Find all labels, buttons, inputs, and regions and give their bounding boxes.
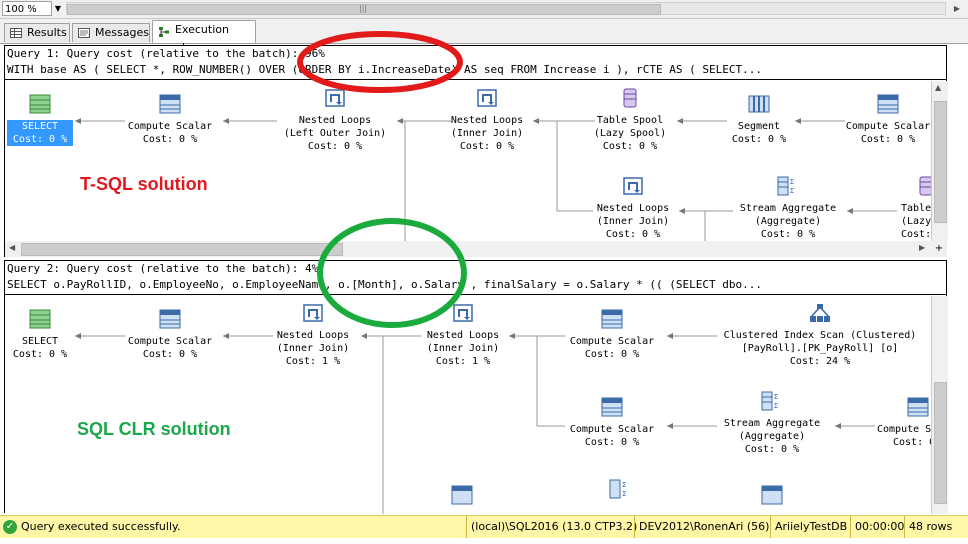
status-database: AriielyTestDB [770, 516, 851, 538]
green-highlight-circle [317, 218, 467, 328]
success-check-icon: ✓ [3, 520, 17, 534]
status-message: Query executed successfully. [21, 520, 181, 533]
annotation-overlay [297, 31, 467, 328]
status-user: DEV2012\RonenAri (56) [634, 516, 773, 538]
status-row-count: 48 rows [904, 516, 956, 538]
status-server: (local)\SQL2016 (13.0 CTP3.2) [466, 516, 641, 538]
status-bar: ✓ Query executed successfully. (local)\S… [0, 515, 968, 538]
red-highlight-circle [297, 31, 463, 93]
status-elapsed-time: 00:00:00 [850, 516, 908, 538]
